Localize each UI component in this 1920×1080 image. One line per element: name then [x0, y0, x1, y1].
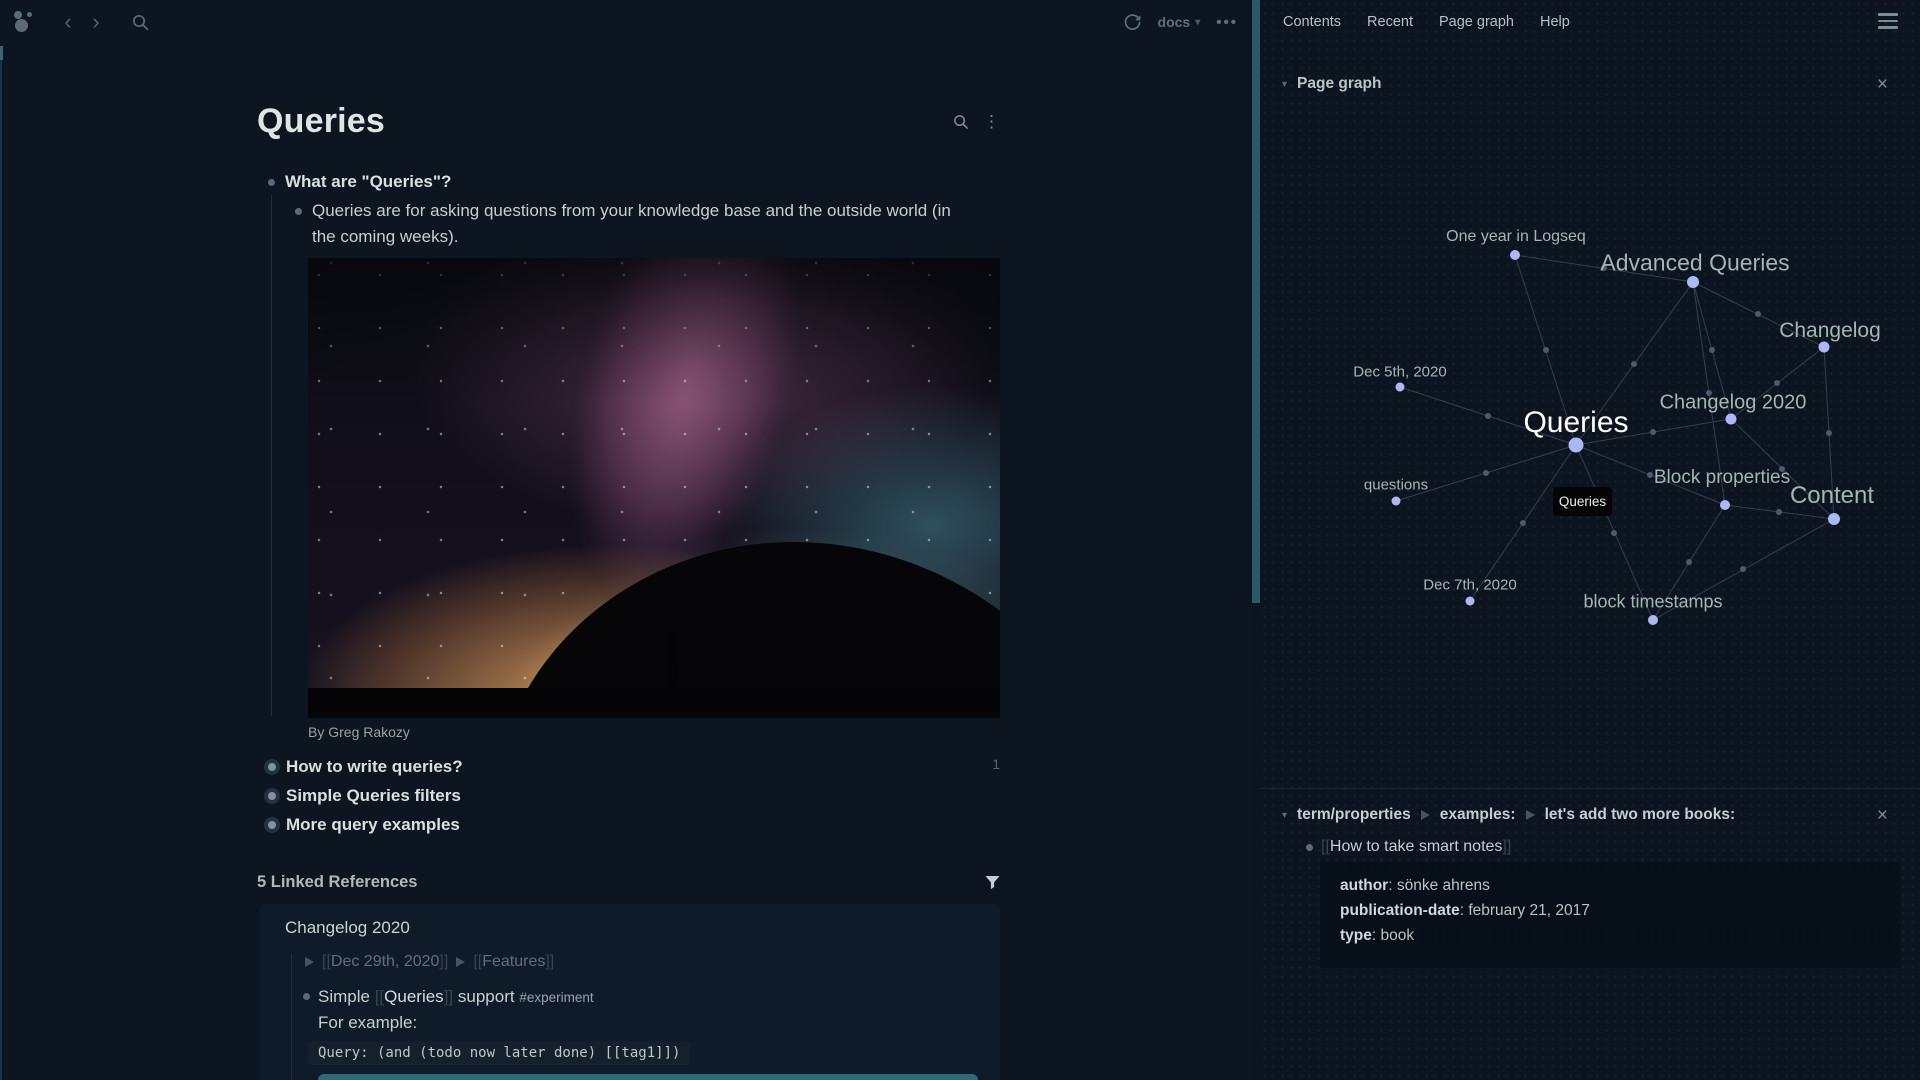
block-guide-line — [271, 195, 272, 716]
block-text: For example: — [318, 1010, 594, 1035]
linked-references-header: 5 Linked References — [257, 873, 418, 892]
bullet-dot[interactable] — [1306, 844, 1313, 851]
photo-caption: By Greg Rakozy — [308, 722, 1000, 742]
block-text: Simple Queries filters — [286, 781, 461, 810]
query-code: Query: (and (todo now later done) [[tag1… — [308, 1041, 690, 1065]
linked-count-badge: 1 — [992, 756, 1000, 772]
ref-block: Simple [[Queries]] support #experiment F… — [303, 984, 1000, 1035]
graph-node-queries[interactable]: Queries — [1523, 406, 1628, 440]
block-more-query-examples: More query examples — [257, 810, 1000, 839]
filter-icon[interactable] — [985, 875, 1000, 890]
bracket-open: [[ — [322, 953, 331, 970]
properties-block: author: sönke ahrens publication-date: f… — [1320, 862, 1900, 968]
page-menu-icon[interactable]: ⋮ — [983, 113, 1000, 130]
graph-node-advanced-queries[interactable]: Advanced Queries — [1600, 250, 1789, 277]
page-content: Queries ⋮ What are "Queries"? Queries ar… — [257, 44, 1000, 1080]
bracket-close: ]] — [444, 987, 453, 1006]
main-toolbar: ‹ › docs ▾ ••• — [0, 0, 1252, 44]
window-left-accent — [0, 46, 2, 1080]
close-icon[interactable]: × — [1877, 806, 1888, 825]
bullet-dot[interactable] — [268, 179, 275, 186]
linked-reference-card: Changelog 2020 [[Dec 29th, 2020]] [[Feat… — [259, 904, 1000, 1080]
collapsed-bullet-dot[interactable] — [268, 763, 276, 771]
graph-node-block-timestamps[interactable]: block timestamps — [1583, 592, 1722, 613]
page-ref-smart-notes[interactable]: How to take smart notes — [1330, 838, 1503, 855]
smart-notes-block: [[How to take smart notes]] — [1306, 838, 1511, 856]
ref-page-link[interactable]: Changelog 2020 — [285, 918, 1000, 938]
block-section-breadcrumb: ▾ term/properties examples: let's add tw… — [1260, 806, 1920, 824]
bracket-open: [[ — [473, 953, 482, 970]
block-what-are-queries: What are "Queries"? Queries are for aski… — [257, 169, 1000, 742]
sync-icon[interactable] — [1123, 13, 1142, 32]
property-author: author: sönke ahrens — [1340, 873, 1880, 898]
graph-edges — [1260, 0, 1920, 790]
block-simple-queries-filters: Simple Queries filters — [257, 781, 1000, 810]
bullet-dot[interactable] — [295, 208, 302, 215]
block-text: Simple — [318, 987, 370, 1006]
graph-node-one-year-in-logseq[interactable]: One year in Logseq — [1446, 228, 1586, 246]
sidebar-resize-handle[interactable] — [1252, 0, 1260, 1080]
nav-back-icon[interactable]: ‹ — [54, 11, 82, 33]
graph-switcher-label: docs — [1158, 14, 1191, 30]
breadcrumb-arrow-icon[interactable] — [456, 957, 465, 967]
collapsed-blocks: How to write queries? 1 Simple Queries f… — [257, 752, 1000, 839]
block-text: How to write queries? — [286, 752, 463, 781]
window-left-accent-top — [0, 46, 3, 60]
graph-node-changelog[interactable]: Changelog — [1779, 319, 1881, 343]
chevron-down-icon: ▾ — [1195, 17, 1200, 28]
block-text: What are "Queries"? — [285, 169, 451, 195]
ref-breadcrumb: [[Dec 29th, 2020]] [[Features]] — [305, 953, 1000, 971]
graph-node-tooltip: Queries — [1553, 487, 1612, 516]
collapsed-bullet-dot[interactable] — [268, 792, 276, 800]
graph-node-content[interactable]: Content — [1790, 482, 1874, 510]
bracket-close: ]] — [439, 953, 448, 970]
tag-experiment[interactable]: #experiment — [519, 990, 593, 1005]
person-silhouette — [664, 627, 680, 687]
block-text: More query examples — [286, 810, 460, 839]
property-publication-date: publication-date: february 21, 2017 — [1340, 898, 1880, 923]
graph-node-dec-5th-2020[interactable]: Dec 5th, 2020 — [1353, 364, 1446, 381]
query-result-table-header[interactable] — [318, 1074, 978, 1080]
bracket-open: [[ — [1321, 838, 1330, 855]
sidebar-section-divider — [1260, 788, 1920, 789]
page-ref-queries[interactable]: Queries — [384, 987, 444, 1006]
bracket-open: [[ — [375, 987, 384, 1006]
graph-node-questions[interactable]: questions — [1364, 477, 1428, 494]
more-options-icon[interactable]: ••• — [1216, 14, 1238, 31]
bracket-close: ]] — [1502, 838, 1511, 855]
breadcrumb-lets-add-books[interactable]: let's add two more books: — [1545, 806, 1736, 824]
page-graph-canvas[interactable]: One year in Logseq Advanced Queries Chan… — [1260, 0, 1920, 790]
graph-node-block-properties[interactable]: Block properties — [1654, 467, 1790, 489]
block-guide-line — [291, 954, 292, 1080]
graph-node-changelog-2020[interactable]: Changelog 2020 — [1660, 392, 1807, 415]
bracket-close: ]] — [545, 953, 554, 970]
graph-switcher[interactable]: docs ▾ — [1158, 14, 1201, 30]
page-search-icon[interactable] — [953, 114, 969, 130]
sidebar-resize-accent — [1252, 0, 1260, 603]
breadcrumb-ref[interactable]: Features — [482, 953, 545, 970]
graph-node-dec-7th-2020[interactable]: Dec 7th, 2020 — [1423, 577, 1516, 594]
page-title: Queries — [257, 102, 385, 141]
nav-forward-icon[interactable]: › — [82, 11, 110, 33]
breadcrumb-arrow-icon — [1526, 810, 1535, 820]
block-text: Queries are for asking questions from yo… — [312, 198, 972, 250]
right-sidebar: Contents Recent Page graph Help ▾ Page g… — [1260, 0, 1920, 1080]
collapsed-bullet-dot[interactable] — [268, 821, 276, 829]
logseq-logo-icon[interactable] — [12, 10, 36, 34]
bullet-dot[interactable] — [303, 993, 310, 1000]
search-icon[interactable] — [132, 14, 149, 31]
starry-sky-photo[interactable] — [308, 258, 1000, 718]
breadcrumb-arrow-icon — [1421, 810, 1430, 820]
ground-silhouette — [308, 688, 1000, 718]
collapse-arrow-icon[interactable]: ▾ — [1282, 810, 1287, 821]
breadcrumb-ref[interactable]: Dec 29th, 2020 — [331, 953, 440, 970]
block-how-to-write-queries: How to write queries? 1 — [257, 752, 1000, 781]
block-text: support — [458, 987, 515, 1006]
breadcrumb-term-properties[interactable]: term/properties — [1297, 806, 1411, 824]
property-type: type: book — [1340, 923, 1880, 948]
breadcrumb-arrow-icon[interactable] — [305, 957, 314, 967]
breadcrumb-examples[interactable]: examples: — [1440, 806, 1516, 824]
